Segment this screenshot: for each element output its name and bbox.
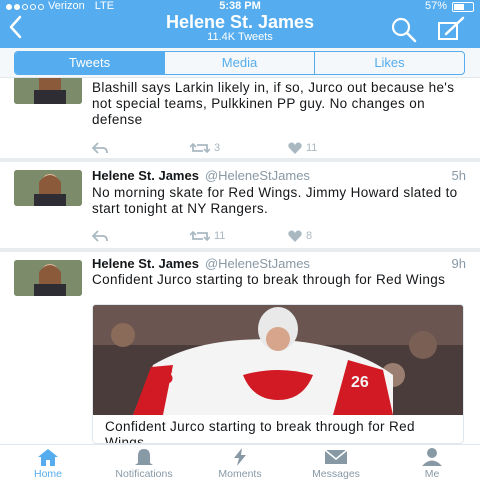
retweet-button[interactable]: 3 xyxy=(190,142,220,154)
svg-text:26: 26 xyxy=(151,366,173,388)
avatar[interactable] xyxy=(14,170,82,206)
tab-label: Me xyxy=(424,468,440,480)
tweet-header: Helene St. James @HeleneStJames 5h xyxy=(92,168,466,184)
retweet-count: 3 xyxy=(214,142,221,154)
home-icon xyxy=(38,449,58,466)
envelope-icon xyxy=(324,449,348,464)
avatar[interactable] xyxy=(14,78,82,104)
reply-icon xyxy=(92,230,108,242)
author-name[interactable]: Helene St. James xyxy=(92,256,199,271)
heart-icon xyxy=(288,142,302,154)
card-title: Confident Jurco starting to break throug… xyxy=(105,419,415,444)
reply-button[interactable] xyxy=(92,142,108,154)
top-bar: Verizon LTE 5:38 PM 57% Helene St. James… xyxy=(0,0,480,48)
tab-media[interactable]: Media xyxy=(165,52,315,74)
tweet-time: 5h xyxy=(451,168,466,183)
tab-label: Messages xyxy=(312,468,360,480)
author-name[interactable]: Helene St. James xyxy=(92,168,199,183)
retweet-button[interactable]: 11 xyxy=(190,230,225,242)
person-icon xyxy=(422,448,442,466)
tab-label: Moments xyxy=(218,468,262,480)
retweet-icon xyxy=(190,230,210,242)
bell-icon xyxy=(135,449,153,465)
reply-button[interactable] xyxy=(92,230,108,242)
like-count: 8 xyxy=(306,230,313,242)
like-button[interactable]: 11 xyxy=(288,142,317,154)
compose-icon xyxy=(438,16,465,40)
tab-moments[interactable]: Moments xyxy=(192,445,288,480)
lightning-icon xyxy=(234,448,246,466)
svg-text:26: 26 xyxy=(351,374,369,391)
tab-label: Notifications xyxy=(115,468,173,480)
tab-label: Home xyxy=(33,468,62,480)
card-image: 26 26 xyxy=(93,305,463,415)
profile-tabs: Tweets Media Likes xyxy=(0,48,480,78)
tweet-text: No morning skate for Red Wings. Jimmy Ho… xyxy=(92,185,458,216)
author-handle[interactable]: @HeleneStJames xyxy=(205,168,310,183)
tab-me[interactable]: Me xyxy=(384,445,480,480)
author-handle[interactable]: @HeleneStJames xyxy=(205,256,310,271)
reply-icon xyxy=(92,142,108,154)
tab-notifications[interactable]: Notifications xyxy=(96,445,192,480)
segmented-control: Tweets Media Likes xyxy=(14,51,465,75)
retweet-count: 11 xyxy=(214,230,226,242)
tweet-item[interactable]: Blashill says Larkin likely in, if so, J… xyxy=(0,78,480,158)
link-card[interactable]: 26 26 Confident Jurco starting to break … xyxy=(92,304,464,444)
tab-tweets[interactable]: Tweets xyxy=(15,52,165,74)
battery-icon xyxy=(452,1,474,12)
search-icon xyxy=(391,17,417,43)
compose-button[interactable] xyxy=(436,16,466,44)
like-button[interactable]: 8 xyxy=(288,230,312,242)
like-count: 11 xyxy=(306,142,318,154)
avatar[interactable] xyxy=(14,260,82,296)
retweet-icon xyxy=(190,142,210,154)
tab-home[interactable]: Home xyxy=(0,445,96,480)
tweet-text: Confident Jurco starting to break throug… xyxy=(92,272,446,287)
tab-messages[interactable]: Messages xyxy=(288,445,384,480)
search-button[interactable] xyxy=(390,16,418,44)
tweet-time: 9h xyxy=(451,256,466,271)
bottom-tab-bar: Home Notifications Moments Messages Me xyxy=(0,444,480,480)
tweet-item[interactable]: Helene St. James @HeleneStJames 5h No mor… xyxy=(0,162,480,248)
tweet-text: Blashill says Larkin likely in, if so, J… xyxy=(92,80,455,127)
heart-icon xyxy=(288,230,302,242)
tab-likes[interactable]: Likes xyxy=(315,52,464,74)
tweet-header: Helene St. James @HeleneStJames 9h xyxy=(92,256,466,272)
